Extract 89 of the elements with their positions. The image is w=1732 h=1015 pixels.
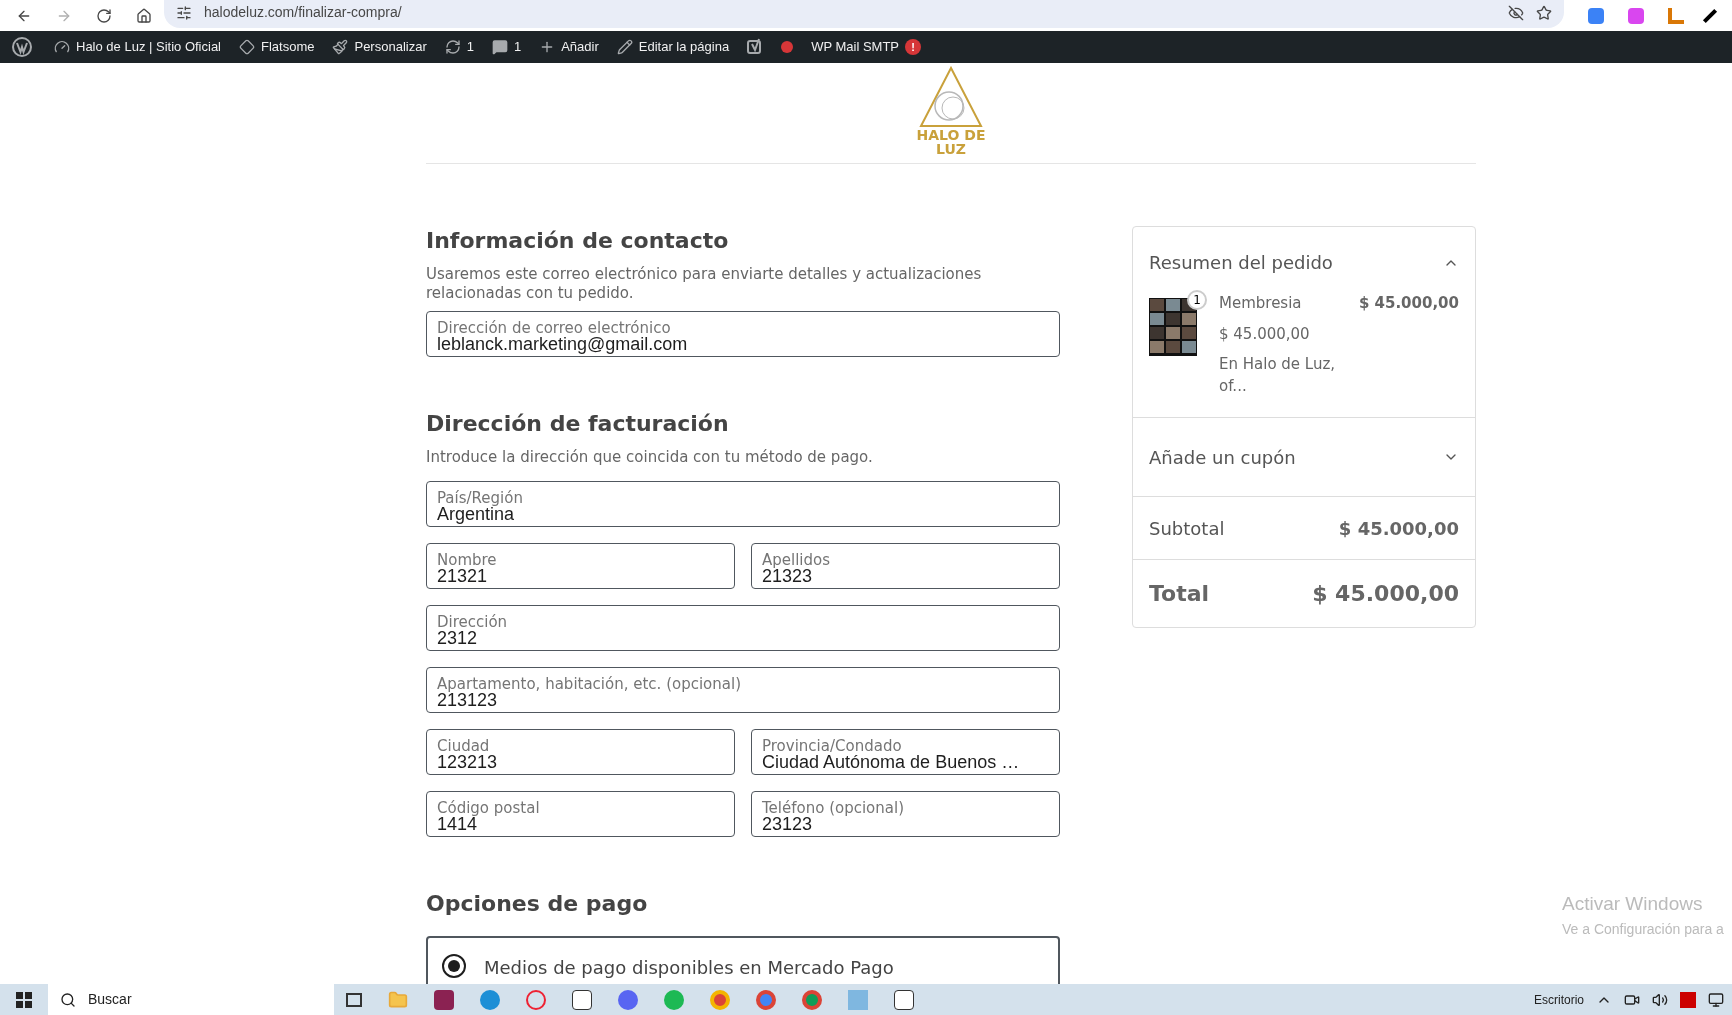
field-label: Código postal xyxy=(437,801,540,816)
input-field[interactable]: Teléfono (opcional) 23123 xyxy=(751,791,1060,837)
eye-off-icon[interactable] xyxy=(1508,4,1524,21)
subtotal-label: Subtotal xyxy=(1149,516,1225,541)
field-label: Teléfono (opcional) xyxy=(762,801,904,816)
search-icon xyxy=(60,991,76,1008)
url-text: halodeluz.com/finalizar-compra/ xyxy=(204,3,403,22)
gauge-icon xyxy=(54,39,70,55)
field-value: 23123 xyxy=(762,815,813,833)
extension-icon[interactable] xyxy=(1628,7,1644,24)
field-value: 2312 xyxy=(437,629,478,647)
input-field[interactable]: Código postal 1414 xyxy=(426,791,735,837)
task-view-icon[interactable] xyxy=(346,992,362,1007)
field-label: Apartamento, habitación, etc. (opcional) xyxy=(437,677,741,692)
field-value: 21321 xyxy=(437,567,488,585)
site-settings-icon[interactable] xyxy=(176,4,192,21)
section-heading: Opciones de pago xyxy=(426,890,649,918)
input-field[interactable]: Dirección de correo electrónico leblanck.marketing@gmail.com xyxy=(426,311,1060,357)
field-label: País/Región xyxy=(437,491,523,506)
field-label: Provincia/Condado xyxy=(762,739,902,754)
activation-text: Ve a Configuración para a xyxy=(1562,919,1724,939)
wordpress-icon[interactable] xyxy=(12,37,32,57)
input-field[interactable]: País/Región Argentina xyxy=(426,481,1060,527)
admin-bar-link[interactable]: Editar la página xyxy=(638,37,730,57)
input-field[interactable]: Apartamento, habitación, etc. (opcional) 213123 xyxy=(426,667,1060,713)
admin-bar-link[interactable]: Añadir xyxy=(561,37,599,57)
section-description: Usaremos este correo electrónico para enviarte detalles y actualizaciones relacionadas con tu pedido. xyxy=(426,265,983,303)
yoast-icon[interactable] xyxy=(747,38,764,56)
desktop-label[interactable]: Escritorio xyxy=(1534,990,1584,1009)
unit-price: $ 45.000,00 xyxy=(1219,323,1311,345)
radio-button[interactable] xyxy=(442,954,466,978)
star-icon[interactable] xyxy=(1536,4,1552,21)
product-name: Membresia xyxy=(1219,293,1303,314)
total-label: Total xyxy=(1149,580,1210,608)
refresh-icon xyxy=(444,39,461,55)
chat-app-icon[interactable] xyxy=(618,989,638,1010)
section-heading: Dirección de facturación xyxy=(426,410,730,438)
admin-bar-link[interactable]: 1 xyxy=(466,37,474,57)
field-label: Dirección de correo electrónico xyxy=(437,321,671,336)
alert-badge: ! xyxy=(905,39,921,55)
quantity-badge: 1 xyxy=(1187,290,1207,310)
input-field[interactable]: Dirección 2312 xyxy=(426,605,1060,651)
logo-text: LUZ xyxy=(936,142,966,156)
volume-icon[interactable] xyxy=(1652,991,1668,1008)
field-label: Apellidos xyxy=(762,553,831,568)
ruler-icon[interactable] xyxy=(1668,7,1684,24)
input-field[interactable]: Provincia/Condado Ciudad Autónoma de Buenos … xyxy=(751,729,1060,775)
product-description: En Halo de Luz, of... xyxy=(1219,354,1337,397)
reload-icon[interactable] xyxy=(96,7,112,24)
field-label: Nombre xyxy=(437,553,497,568)
browser-icon[interactable] xyxy=(480,989,500,1010)
admin-bar-link[interactable]: Personalizar xyxy=(354,37,427,57)
pencil-icon xyxy=(616,39,633,55)
section-description: Introduce la dirección que coincida con tu método de pago. xyxy=(426,448,874,467)
field-value: 1414 xyxy=(437,815,478,833)
windows-icon[interactable] xyxy=(16,991,32,1008)
input-field[interactable]: Ciudad 123213 xyxy=(426,729,735,775)
input-field[interactable]: Nombre 21321 xyxy=(426,543,735,589)
summary-title: Resumen del pedido xyxy=(1149,251,1333,275)
brush-icon xyxy=(332,39,349,55)
home-icon[interactable] xyxy=(136,7,152,24)
admin-bar-link[interactable]: 1 xyxy=(513,37,522,57)
field-value: 213123 xyxy=(437,691,498,709)
archive-icon[interactable] xyxy=(434,989,454,1010)
monitor-icon[interactable] xyxy=(1708,991,1724,1008)
admin-bar-link[interactable]: Halo de Luz | Sitio Oficial xyxy=(76,37,221,57)
diamond-icon xyxy=(239,39,255,55)
field-value: 21323 xyxy=(762,567,813,585)
admin-bar-link[interactable]: WP Mail SMTP xyxy=(811,37,899,57)
comment-icon xyxy=(491,39,508,55)
field-value: leblanck.marketing@gmail.com xyxy=(437,335,688,353)
item-price: $ 45.000,00 xyxy=(1358,293,1459,314)
subtotal-value: $ 45.000,00 xyxy=(1338,516,1459,541)
input-field[interactable]: Apellidos 21323 xyxy=(751,543,1060,589)
address-bar[interactable]: halodeluz.com/finalizar-compra/ xyxy=(164,0,1564,28)
taskbar-search-field[interactable]: Buscar xyxy=(48,984,334,1015)
field-value: 123213 xyxy=(437,753,498,771)
logo-text: HALO DE xyxy=(916,128,986,142)
section-heading: Información de contacto xyxy=(426,227,730,255)
logo-icon xyxy=(919,66,983,128)
field-label: Dirección xyxy=(437,615,508,630)
field-value: Ciudad Autónoma de Buenos … xyxy=(762,753,1020,771)
total-value: $ 45.000,00 xyxy=(1312,580,1459,608)
option-label: Medios de pago disponibles en Mercado Pago xyxy=(484,956,894,980)
admin-bar-link[interactable]: Flatsome xyxy=(261,37,315,57)
coupon-toggle[interactable]: Añade un cupón xyxy=(1133,418,1475,497)
field-label: Ciudad xyxy=(437,739,490,754)
activation-title: Activar Windows xyxy=(1562,892,1704,916)
extension-icon[interactable] xyxy=(1588,7,1604,24)
